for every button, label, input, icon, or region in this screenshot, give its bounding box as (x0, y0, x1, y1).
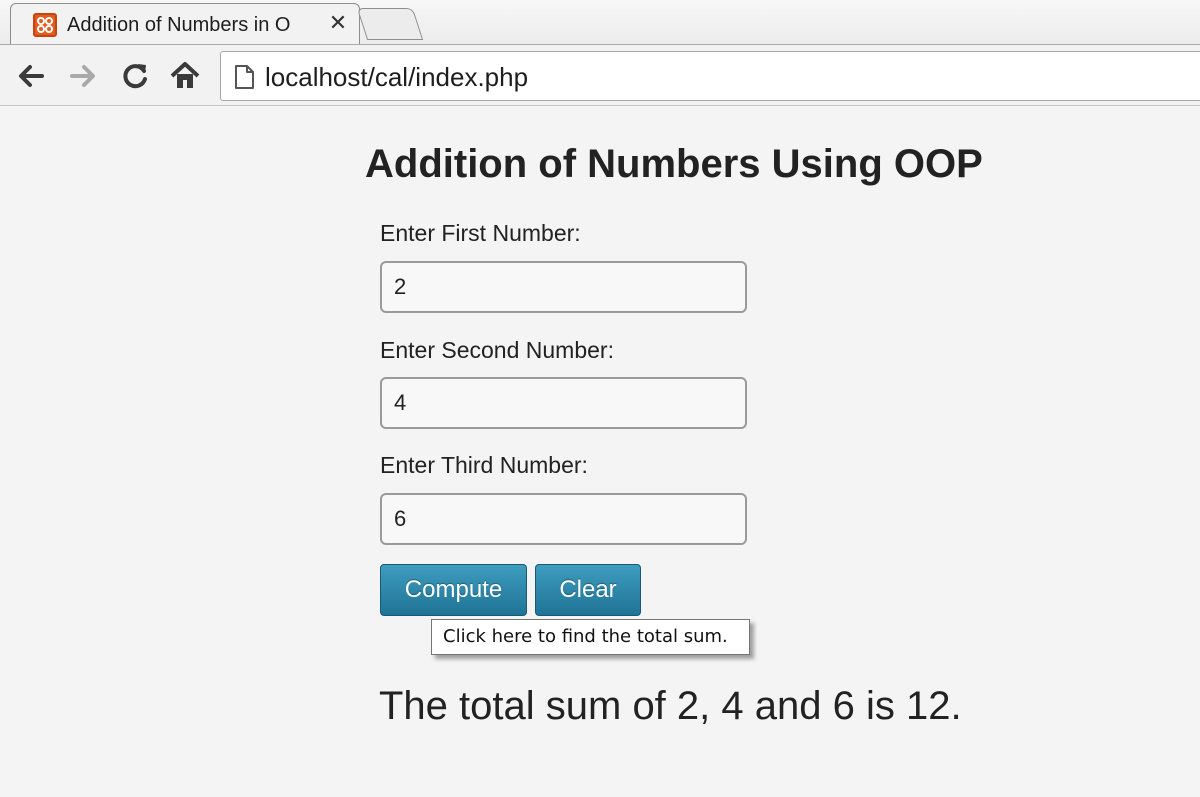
new-tab-button[interactable] (356, 8, 424, 40)
back-arrow-icon[interactable] (14, 59, 48, 93)
first-number-input[interactable] (380, 261, 747, 313)
third-number-label: Enter Third Number: (380, 452, 588, 478)
home-icon[interactable] (168, 59, 202, 93)
browser-toolbar: localhost/cal/index.php (0, 44, 1200, 106)
tab-title: Addition of Numbers in O (67, 14, 291, 36)
compute-tooltip: Click here to find the total sum. (431, 619, 750, 655)
forward-arrow-icon[interactable] (66, 59, 100, 93)
reload-icon[interactable] (118, 59, 152, 93)
close-icon[interactable]: ✕ (327, 12, 349, 34)
second-number-label: Enter Second Number: (380, 337, 614, 363)
page-content: Addition of Numbers Using OOP Enter Firs… (0, 107, 1200, 797)
clear-button[interactable]: Clear (535, 564, 641, 616)
address-url[interactable]: localhost/cal/index.php (265, 62, 528, 92)
first-number-label: Enter First Number: (380, 220, 581, 246)
page-title: Addition of Numbers Using OOP (365, 142, 983, 186)
browser-tab[interactable]: Addition of Numbers in O ✕ (10, 3, 360, 44)
second-number-input[interactable] (380, 377, 747, 429)
compute-button[interactable]: Compute (380, 564, 527, 616)
third-number-input[interactable] (380, 493, 747, 545)
result-text: The total sum of 2, 4 and 6 is 12. (379, 684, 962, 728)
xampp-icon (33, 13, 57, 37)
address-bar[interactable]: localhost/cal/index.php (220, 51, 1200, 101)
tab-strip: Addition of Numbers in O ✕ (0, 0, 1200, 44)
page-icon (233, 64, 255, 90)
